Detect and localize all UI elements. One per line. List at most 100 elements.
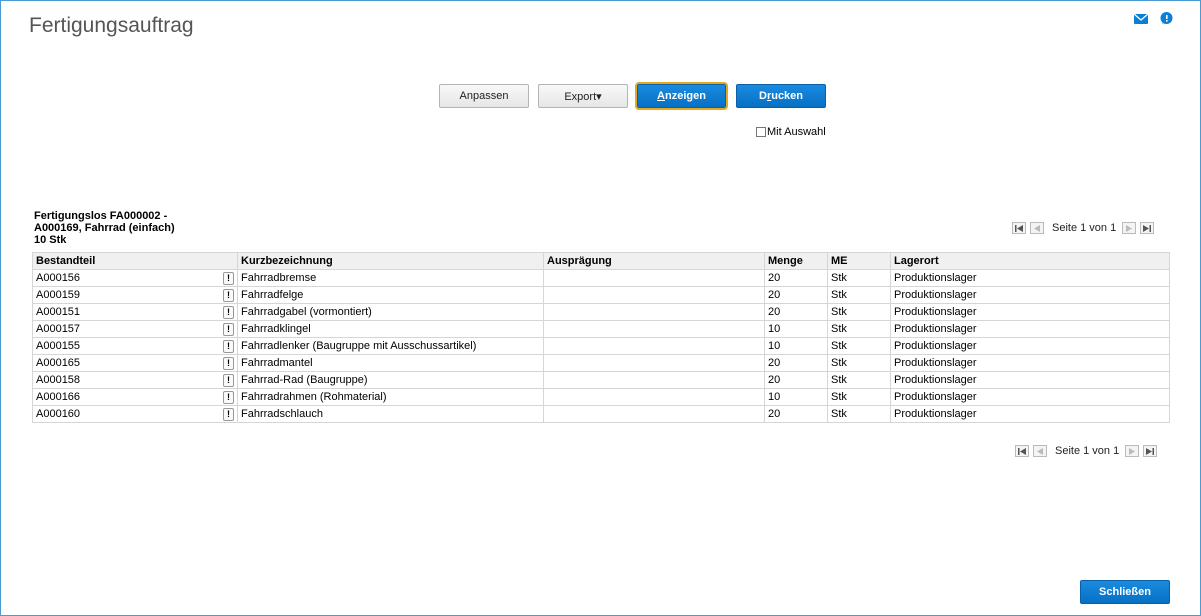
- report-header-line2: A000169, Fahrrad (einfach): [34, 222, 175, 234]
- bestandteil-value: A000156: [36, 272, 81, 284]
- close-label: Schließen: [1099, 586, 1151, 598]
- table-header-row: Bestandteil Kurzbezeichnung Ausprägung M…: [32, 252, 1170, 270]
- bestandteil-value: A000158: [36, 374, 81, 386]
- mit-auswahl-option[interactable]: Mit Auswahl: [756, 126, 826, 138]
- prev-page-icon[interactable]: [1030, 222, 1044, 234]
- bestandteil-cell: A000166!: [32, 388, 238, 406]
- table-cell: [543, 388, 765, 406]
- export-button[interactable]: Export▾: [538, 84, 628, 108]
- column-header[interactable]: Menge: [764, 252, 828, 270]
- info-icon[interactable]: !: [223, 322, 234, 336]
- table-cell: Stk: [827, 405, 891, 423]
- table-cell: Produktionslager: [890, 269, 1170, 287]
- table-cell: Stk: [827, 337, 891, 355]
- table-row[interactable]: A000158! Fahrrad-Rad (Baugruppe) 20 Stk Prod…: [32, 371, 1170, 389]
- table-cell: Stk: [827, 286, 891, 304]
- table-cell: 10: [764, 388, 828, 406]
- table-row[interactable]: A000157! Fahrradklingel 10 Stk Produktionsla…: [32, 320, 1170, 338]
- mit-auswahl-checkbox[interactable]: [756, 127, 766, 137]
- bestandteil-value: A000165: [36, 357, 81, 369]
- column-header[interactable]: Bestandteil: [32, 252, 238, 270]
- first-page-icon[interactable]: [1012, 222, 1026, 234]
- info-icon[interactable]: !: [223, 407, 234, 421]
- table-cell: Stk: [827, 303, 891, 321]
- column-header[interactable]: Ausprägung: [543, 252, 765, 270]
- table-cell: Fahrradklingel: [237, 320, 544, 338]
- next-page-icon[interactable]: [1125, 445, 1140, 457]
- info-icon[interactable]: !: [223, 356, 234, 370]
- next-page-icon[interactable]: [1122, 222, 1137, 234]
- table-row[interactable]: A000159! Fahrradfelge 20 Stk Produktionslage…: [32, 286, 1170, 304]
- first-page-icon[interactable]: [1015, 445, 1029, 457]
- anzeigen-label: nzeigen: [665, 90, 706, 102]
- bestandteil-cell: A000158!: [32, 371, 238, 389]
- table-row[interactable]: A000155! Fahrradlenker (Baugruppe mit Aus…: [32, 337, 1170, 355]
- table-cell: Produktionslager: [890, 354, 1170, 372]
- report-header-line3: 10 Stk: [34, 234, 67, 246]
- mit-auswahl-label: Mit Auswahl: [767, 126, 826, 138]
- info-icon[interactable]: !: [223, 305, 234, 319]
- report-header-line1: Fertigungslos FA000002 -: [34, 210, 168, 222]
- table-row[interactable]: A000160! Fahrradschlauch 20 Stk Produktionsl…: [32, 405, 1170, 423]
- drucken-label-start: D: [758, 90, 767, 102]
- bestandteil-value: A000166: [36, 391, 81, 403]
- table-cell: Stk: [827, 354, 891, 372]
- table-cell: Fahrradbremse: [237, 269, 544, 287]
- column-header[interactable]: ME: [827, 252, 891, 270]
- pager-top: Seite 1 von 1: [1012, 222, 1158, 234]
- last-page-icon[interactable]: [1143, 445, 1158, 457]
- table-row[interactable]: A000165! Fahrradmantel 20 Stk Produktionslag…: [32, 354, 1170, 372]
- info-icon[interactable]: !: [223, 339, 234, 353]
- table-cell: Produktionslager: [890, 337, 1170, 355]
- close-button[interactable]: Schließen: [1080, 580, 1170, 604]
- table-cell: Fahrradrahmen (Rohmaterial): [237, 388, 544, 406]
- bestandteil-cell: A000155!: [32, 337, 238, 355]
- table-cell: 10: [764, 320, 828, 338]
- table-cell: Fahrradfelge: [237, 286, 544, 304]
- table-cell: [543, 320, 765, 338]
- table-cell: Produktionslager: [890, 405, 1170, 423]
- table-cell: Stk: [827, 371, 891, 389]
- bestandteil-value: A000155: [36, 340, 81, 352]
- prev-page-icon[interactable]: [1033, 445, 1047, 457]
- pager-bottom-text: Seite 1 von 1: [1055, 445, 1120, 457]
- column-header[interactable]: Kurzbezeichnung: [237, 252, 544, 270]
- bestandteil-cell: A000156!: [32, 269, 238, 287]
- anpassen-label: Anpassen: [459, 90, 509, 102]
- drucken-button[interactable]: Dr ucken: [736, 84, 826, 108]
- table-cell: 20: [764, 371, 828, 389]
- bestandteil-value: A000159: [36, 289, 81, 301]
- anzeigen-button[interactable]: Anzeigen: [635, 82, 728, 110]
- anpassen-button[interactable]: Anpassen: [439, 84, 529, 108]
- help-icon[interactable]: [1160, 12, 1173, 25]
- report-header: Fertigungslos FA000002 - A000169, Fahrra…: [34, 210, 175, 246]
- table-cell: 20: [764, 286, 828, 304]
- info-icon[interactable]: !: [223, 390, 234, 404]
- top-icons: [1134, 12, 1173, 25]
- table-cell: [543, 405, 765, 423]
- bestandteil-value: A000160: [36, 408, 81, 420]
- table-cell: 10: [764, 337, 828, 355]
- mail-icon[interactable]: [1134, 13, 1148, 24]
- table-row[interactable]: A000156! Fahrradbremse 20 Stk Produktionslag…: [32, 269, 1170, 287]
- info-icon[interactable]: !: [223, 373, 234, 387]
- table-cell: 20: [764, 354, 828, 372]
- drucken-label-end: ucken: [771, 90, 804, 102]
- table-cell: 20: [764, 405, 828, 423]
- table-cell: [543, 371, 765, 389]
- info-icon[interactable]: !: [223, 288, 234, 302]
- anzeigen-accesskey: A: [657, 90, 665, 102]
- table-cell: [543, 303, 765, 321]
- table-cell: Fahrrad-Rad (Baugruppe): [237, 371, 544, 389]
- table-row[interactable]: A000151! Fahrradgabel (vormontiert) 20 Stk P…: [32, 303, 1170, 321]
- bestandteil-value: A000151: [36, 306, 81, 318]
- table-row[interactable]: A000166! Fahrradrahmen (Rohmaterial) 10 Stk…: [32, 388, 1170, 406]
- bestandteil-cell: A000157!: [32, 320, 238, 338]
- table-cell: Produktionslager: [890, 388, 1170, 406]
- page-title: Fertigungsauftrag: [29, 14, 194, 37]
- last-page-icon[interactable]: [1140, 222, 1155, 234]
- table-cell: Produktionslager: [890, 320, 1170, 338]
- column-header[interactable]: Lagerort: [890, 252, 1170, 270]
- info-icon[interactable]: !: [223, 271, 234, 285]
- bestandteil-cell: A000160!: [32, 405, 238, 423]
